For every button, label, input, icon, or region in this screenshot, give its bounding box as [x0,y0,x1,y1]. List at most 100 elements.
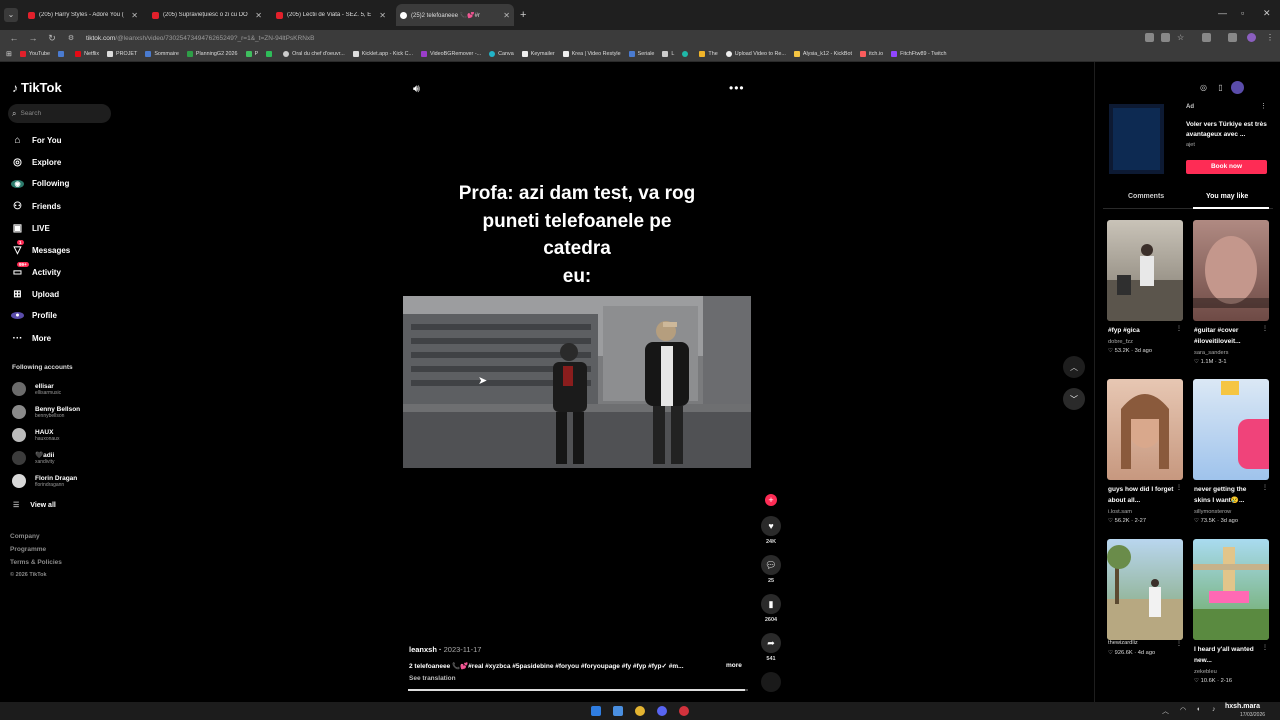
tiktok-tray-icon[interactable]: ♪ [1212,706,1216,713]
bookmark-itch[interactable]: itch.io [860,50,883,57]
suggestion-more-icon[interactable]: ⋮ [1262,325,1268,332]
bookmark-planning[interactable]: PlanningG2 2026 [186,50,238,57]
app-icon[interactable] [679,706,689,716]
browser-tab-4[interactable]: (25)2 telefoaneee 📞💕#r ✕ [396,4,514,26]
share-action[interactable]: ➦ 541 [761,633,781,662]
phone-icon[interactable]: ▯ [1214,81,1227,94]
suggestion-more-icon[interactable]: ⋮ [1262,644,1268,651]
star-icon[interactable]: ☆ [1177,33,1186,42]
bookmark-teal[interactable] [682,50,691,57]
suggestion-author[interactable]: dobre_fzz [1108,339,1133,345]
bookmark-icon[interactable] [58,50,67,57]
volume-icon[interactable]: 🔊︎ [413,83,420,96]
nav-friends[interactable]: ⚇ Friends [11,201,61,212]
suggestion-thumbnail-5[interactable] [1107,539,1183,640]
tab-search-icon[interactable]: ⌄ [4,8,18,22]
account-item[interactable]: Florin Dragan florindragann [12,474,77,488]
bookmark-youtube[interactable]: YouTube [19,50,50,57]
video-frame[interactable] [403,296,751,468]
bookmark-p[interactable]: P [245,50,258,57]
bookmark-icon[interactable]: ▮ [761,594,781,614]
translate-icon[interactable] [1145,33,1154,42]
nav-for-you[interactable]: ⌂ For You [11,135,61,146]
bookmark-projet[interactable]: PROJET [107,50,137,57]
bookmark-the[interactable]: The [699,50,718,57]
save-action[interactable]: ▮ 2604 [761,594,781,623]
new-tab-icon[interactable]: + [520,9,526,21]
more-options-icon[interactable]: ••• [729,81,745,95]
maximize-icon[interactable]: ▫ [1241,8,1244,18]
account-item[interactable]: HAUX hauxonaux [12,428,59,442]
bookmark-oral[interactable]: Oral du chef d'oeuvr... [283,50,345,57]
suggestion-author[interactable]: zekebleu [1194,669,1217,675]
download-icon[interactable] [1228,33,1237,42]
heart-icon[interactable]: ♥ [761,516,781,536]
account-item[interactable]: Benny Bellson bennybellson [12,405,80,419]
like-action[interactable]: ♥ 24K [761,516,781,545]
minimize-icon[interactable]: — [1218,8,1227,18]
wifi-icon[interactable]: ◠ [1180,706,1186,714]
suggestion-thumbnail-2[interactable] [1193,220,1269,321]
url-field[interactable]: tiktok.com/@leanxsh/video/73025473494762… [86,35,314,42]
suggestion-author[interactable]: sillymonsterow [1194,509,1231,515]
tab-comments[interactable]: Comments [1128,193,1164,200]
see-translation-link[interactable]: See translation [409,675,456,682]
volume-tray-icon[interactable]: ◖ [1196,706,1200,713]
nav-explore[interactable]: ◎ Explore [11,157,61,168]
bookmark-krea[interactable]: Krea | Video Restyle [562,50,621,57]
nav-following[interactable]: ◉ Following [11,179,69,188]
close-icon[interactable]: ✕ [131,11,138,20]
suggestion-author[interactable]: thewizardliz [1108,640,1138,646]
suggestion-thumbnail-4[interactable] [1193,379,1269,480]
ad-thumbnail[interactable] [1109,104,1164,174]
suggestion-more-icon[interactable]: ⋮ [1262,484,1268,491]
share-icon[interactable]: ➦ [761,633,781,653]
apps-icon[interactable]: ⊞ [6,50,12,58]
tray-chevron-icon[interactable]: ︿ [1162,706,1169,716]
previous-video-button[interactable]: ︿ [1063,356,1085,378]
close-icon[interactable]: ✕ [503,11,510,20]
chrome-icon[interactable] [635,706,645,716]
start-icon[interactable] [591,706,601,716]
suggestion-author[interactable]: i.lost.sam [1108,509,1132,515]
nav-live[interactable]: ▣ LIVE [11,223,50,234]
bookmark-keymailer[interactable]: Keymailer [521,50,555,57]
search-input[interactable]: ⌕ Search [8,104,111,123]
forward-icon[interactable]: → [28,33,38,43]
suggestion-title[interactable]: guys how did I forget about all... [1108,484,1174,506]
discord-icon[interactable] [657,706,667,716]
suggestion-more-icon[interactable]: ⋮ [1176,325,1182,332]
suggestion-title[interactable]: never getting the skins I want😢... [1194,484,1260,506]
comment-action[interactable]: 💬︎ 25 [761,555,781,584]
suggestion-title[interactable]: #guitar #cover #iloveitiloveit... [1194,325,1260,347]
nav-activity[interactable]: ▭ 99+ Activity [11,262,61,278]
suggestion-author[interactable]: sara_sanders [1194,350,1228,356]
comment-icon[interactable]: 💬︎ [761,555,781,575]
footer-programme[interactable]: Programme [10,546,46,553]
footer-company[interactable]: Company [10,533,40,540]
suggestion-thumbnail-3[interactable] [1107,379,1183,480]
tab-you-may-like[interactable]: You may like [1206,193,1248,200]
suggestion-title[interactable]: #fyp #gica [1108,325,1174,336]
bookmark-upload[interactable]: Upload Video to Re... [725,50,786,57]
video-progress-bar[interactable] [408,689,748,691]
video-author[interactable]: leanxsh · 2023-11-17 [409,645,481,654]
extensions-icon[interactable] [1202,33,1211,42]
ad-more-icon[interactable]: ⋮ [1260,102,1267,110]
music-disc[interactable] [761,672,781,692]
account-item[interactable]: 🖤adii xandivity [12,451,54,465]
close-icon[interactable]: ✕ [255,11,262,20]
bookmark-canva[interactable]: Canva [489,50,514,57]
music-disc-icon[interactable] [761,672,781,692]
cast-icon[interactable] [1161,33,1170,42]
bookmark-kicklet[interactable]: Kicklet.app - Kick C... [352,50,413,57]
bookmark-seriale[interactable]: Seriale [628,50,654,57]
bookmark-videobg[interactable]: VideoBGRemover -... [420,50,481,57]
user-avatar[interactable] [1231,81,1244,94]
suggestion-more-icon[interactable]: ⋮ [1176,484,1182,491]
account-item[interactable]: ellisar ellisarmusic [12,382,61,396]
footer-terms[interactable]: Terms & Policies [10,559,62,566]
menu-icon[interactable]: ⋮ [1266,33,1275,42]
bookmark-green[interactable] [266,50,275,57]
description-more-button[interactable]: more [726,662,742,669]
